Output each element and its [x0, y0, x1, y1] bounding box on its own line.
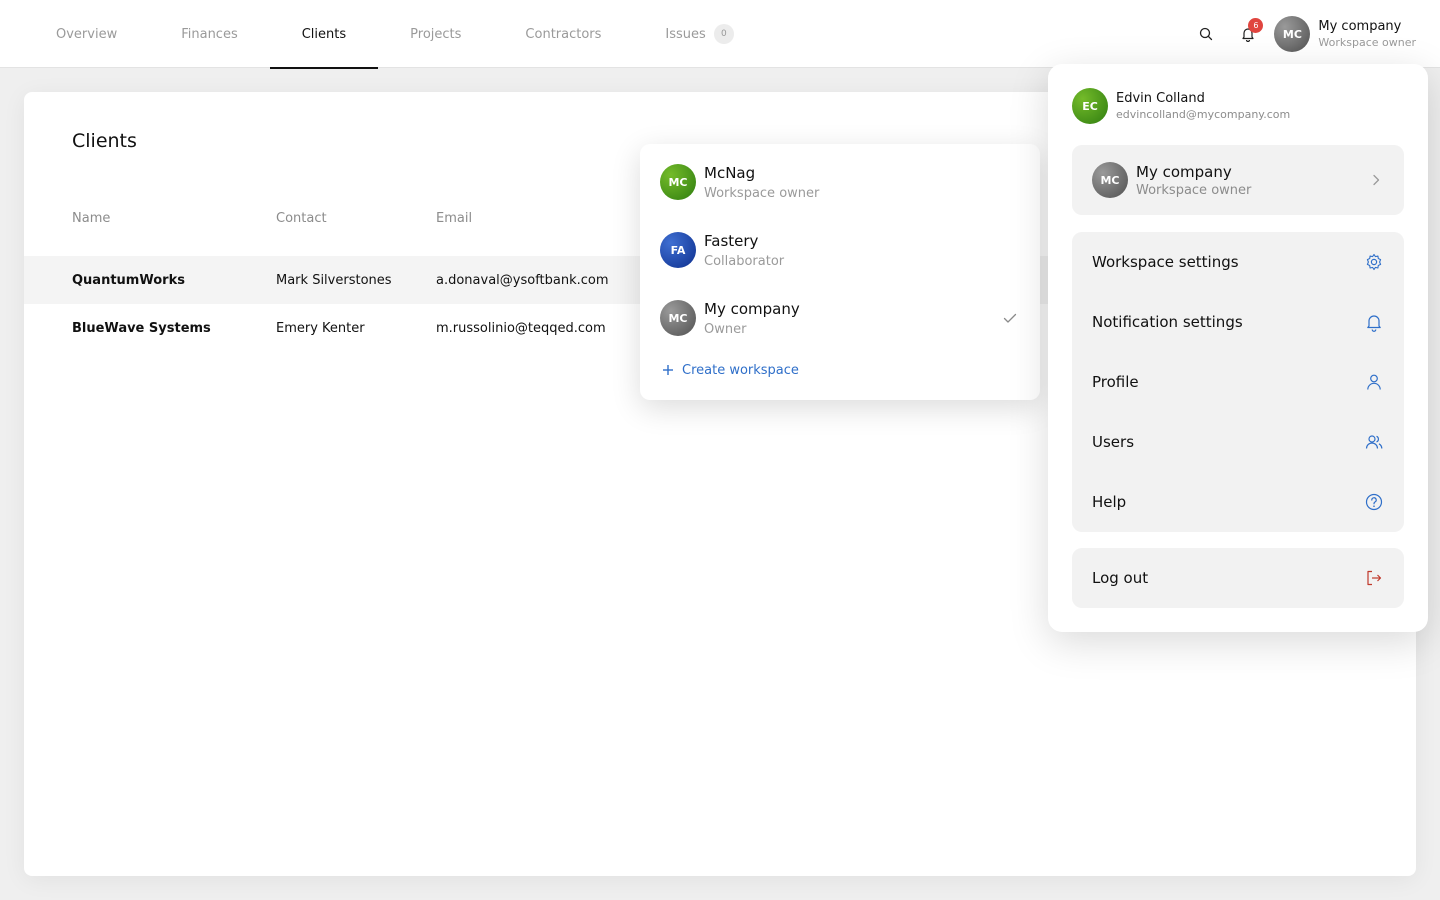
client-email: m.russolinio@teqqed.com — [436, 320, 606, 336]
main-tabs: Overview Finances Clients Projects Contr… — [24, 0, 766, 69]
account-switcher[interactable]: My company Workspace owner — [1318, 19, 1416, 49]
users-icon — [1365, 435, 1383, 449]
menu-item-label: Profile — [1092, 373, 1139, 391]
workspace-item-fastery[interactable]: FA Fastery Collaborator — [660, 228, 1020, 272]
menu-item-workspace-settings[interactable]: Workspace settings — [1072, 232, 1404, 292]
notifications-button[interactable]: 6 — [1232, 18, 1264, 50]
current-user: EC Edvin Colland edvincolland@mycompany.… — [1072, 88, 1290, 124]
plus-icon — [663, 365, 673, 375]
menu-item-label: Help — [1092, 493, 1127, 511]
workspace-avatar: FA — [660, 232, 696, 268]
profile-menu-panel: EC Edvin Colland edvincolland@mycompany.… — [1048, 64, 1428, 632]
checkmark-icon — [1003, 313, 1017, 323]
workspace-name: Fastery — [704, 231, 759, 250]
create-workspace-label: Create workspace — [682, 362, 799, 378]
gear-icon — [1366, 253, 1382, 271]
settings-menu: Workspace settings Notification settings… — [1072, 232, 1404, 532]
column-header-email[interactable]: Email — [436, 211, 472, 226]
top-right-controls: 6 MC My company Workspace owner — [1190, 14, 1416, 54]
workspace-role: Workspace owner — [704, 185, 820, 201]
menu-item-users[interactable]: Users — [1072, 412, 1404, 472]
logout-icon — [1367, 570, 1382, 586]
search-button[interactable] — [1190, 18, 1222, 50]
create-workspace-button[interactable]: Create workspace — [660, 362, 799, 378]
workspace-name: McNag — [704, 163, 756, 182]
menu-item-help[interactable]: Help — [1072, 472, 1404, 532]
tab-overview[interactable]: Overview — [24, 0, 149, 68]
logout-button[interactable]: Log out — [1072, 548, 1404, 608]
user-icon — [1367, 374, 1381, 390]
logout-label: Log out — [1092, 569, 1149, 587]
bell-icon — [1367, 315, 1381, 332]
workspace-item-mcnag[interactable]: MC McNag Workspace owner — [660, 160, 1020, 204]
company-avatar: MC — [1092, 162, 1128, 198]
workspace-switcher-dropdown: MC McNag Workspace owner FA Fastery Coll… — [640, 144, 1040, 400]
tab-contractors[interactable]: Contractors — [493, 0, 633, 68]
account-role: Workspace owner — [1318, 36, 1416, 49]
client-name: BlueWave Systems — [72, 320, 211, 336]
user-email: edvincolland@mycompany.com — [1116, 108, 1291, 121]
user-avatar: EC — [1072, 88, 1108, 124]
workspace-item-my-company[interactable]: MC My company Owner — [660, 296, 1020, 340]
notification-count-badge: 6 — [1248, 18, 1264, 33]
workspace-avatar: MC — [660, 300, 696, 336]
workspace-avatar: MC — [660, 164, 696, 200]
menu-item-label: Workspace settings — [1092, 253, 1239, 271]
help-icon — [1365, 493, 1383, 511]
user-name: Edvin Colland — [1116, 91, 1205, 106]
tab-projects[interactable]: Projects — [378, 0, 493, 68]
tab-clients[interactable]: Clients — [269, 0, 379, 69]
search-icon — [1200, 27, 1213, 41]
chevron-right-icon — [1373, 174, 1380, 186]
tab-label: Issues — [665, 26, 706, 42]
client-email: a.donaval@ysoftbank.com — [436, 272, 609, 288]
menu-item-label: Users — [1092, 433, 1135, 451]
issues-count-badge: 0 — [713, 24, 734, 44]
company-role: Workspace owner — [1136, 182, 1252, 198]
tab-finances[interactable]: Finances — [149, 0, 270, 68]
tab-label: Contractors — [525, 26, 602, 42]
company-name: My company — [1136, 162, 1232, 181]
tab-label: Overview — [56, 26, 118, 42]
workspace-role: Collaborator — [704, 253, 785, 269]
tab-label: Clients — [301, 26, 347, 42]
workspace-name: My company — [704, 299, 800, 318]
account-avatar[interactable]: MC — [1274, 16, 1311, 52]
workspace-role: Owner — [704, 321, 747, 337]
company-switch-button[interactable]: MC My company Workspace owner — [1072, 145, 1404, 215]
client-contact: Mark Silverstones — [276, 272, 392, 288]
column-header-name[interactable]: Name — [72, 211, 110, 226]
client-contact: Emery Kenter — [276, 320, 365, 336]
menu-item-notification-settings[interactable]: Notification settings — [1072, 292, 1404, 352]
column-header-contact[interactable]: Contact — [276, 211, 327, 226]
tab-label: Finances — [181, 26, 238, 42]
tab-issues[interactable]: Issues 0 — [633, 0, 765, 68]
tab-label: Projects — [410, 26, 462, 42]
page-title: Clients — [72, 130, 137, 152]
menu-item-profile[interactable]: Profile — [1072, 352, 1404, 412]
account-name: My company — [1318, 19, 1402, 34]
client-name: QuantumWorks — [72, 272, 185, 288]
top-navigation-bar: Overview Finances Clients Projects Contr… — [0, 0, 1440, 69]
menu-item-label: Notification settings — [1092, 313, 1243, 331]
